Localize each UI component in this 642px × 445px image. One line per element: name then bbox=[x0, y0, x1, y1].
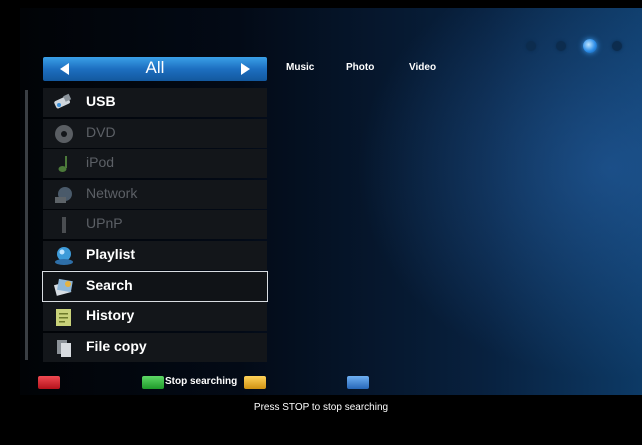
category-selector[interactable]: All bbox=[43, 57, 267, 81]
scrollbar[interactable] bbox=[25, 90, 28, 360]
source-item-label: DVD bbox=[86, 123, 116, 140]
source-list: USB DVD iPod Network UPnP Playlist Searc… bbox=[42, 88, 268, 363]
source-item-label: History bbox=[86, 307, 135, 324]
source-item-playlist[interactable]: Playlist bbox=[43, 240, 267, 270]
source-item-history[interactable]: History bbox=[43, 302, 267, 332]
source-item-label: USB bbox=[86, 93, 116, 109]
tab-video[interactable]: Video bbox=[409, 62, 436, 73]
page-dot bbox=[526, 41, 536, 51]
source-item-file-copy[interactable]: File copy bbox=[43, 332, 267, 362]
disc-icon bbox=[55, 124, 73, 143]
category-label: All bbox=[145, 58, 165, 77]
upnp-icon bbox=[62, 217, 66, 234]
media-player-screen: All Music Photo Video USB DVD iPod Netwo… bbox=[0, 0, 642, 445]
tab-music[interactable]: Music bbox=[286, 62, 314, 73]
source-item-upnp[interactable]: UPnP bbox=[43, 210, 267, 240]
color-key-bar bbox=[0, 376, 642, 390]
history-icon bbox=[56, 309, 71, 327]
source-item-label: Playlist bbox=[86, 245, 136, 262]
source-item-dvd[interactable]: DVD bbox=[43, 118, 267, 148]
source-item-ipod[interactable]: iPod bbox=[43, 149, 267, 179]
tab-photo[interactable]: Photo bbox=[346, 62, 374, 73]
music-note-icon bbox=[58, 156, 67, 173]
green-key-label: Stop searching bbox=[165, 376, 238, 387]
yellow-key-button[interactable] bbox=[244, 376, 266, 389]
file-copy-icon bbox=[57, 339, 71, 357]
green-key-button[interactable] bbox=[142, 376, 164, 389]
source-item-label: UPnP bbox=[86, 215, 123, 232]
source-item-label: Network bbox=[86, 184, 138, 201]
page-dot bbox=[556, 41, 566, 51]
status-hint: Press STOP to stop searching bbox=[253, 402, 389, 413]
source-item-label: iPod bbox=[86, 154, 115, 171]
next-category-arrow-icon[interactable] bbox=[241, 63, 250, 75]
source-item-label: Search bbox=[86, 276, 133, 293]
playlist-icon bbox=[55, 246, 73, 265]
search-icon bbox=[53, 278, 73, 296]
usb-drive-icon bbox=[54, 93, 72, 109]
source-item-usb[interactable]: USB bbox=[43, 88, 267, 117]
red-key-button[interactable] bbox=[38, 376, 60, 389]
blue-key-button[interactable] bbox=[347, 376, 369, 389]
source-item-label: File copy bbox=[86, 337, 147, 354]
source-item-search[interactable]: Search bbox=[42, 270, 268, 302]
source-item-network[interactable]: Network bbox=[43, 179, 267, 209]
page-dot bbox=[612, 41, 622, 51]
page-dot-active bbox=[583, 39, 597, 53]
network-icon bbox=[55, 186, 72, 203]
